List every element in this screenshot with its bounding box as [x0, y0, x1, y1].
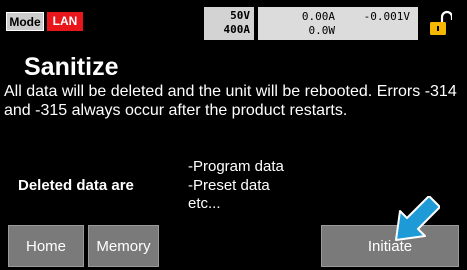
- mode-badge: Mode: [6, 12, 44, 31]
- lan-badge: LAN: [47, 12, 83, 31]
- padlock-unlocked-icon[interactable]: [428, 10, 452, 36]
- deleted-data-list: -Program data -Preset data etc...: [188, 158, 284, 214]
- description-text: All data will be deleted and the unit wi…: [4, 83, 457, 119]
- memory-button[interactable]: Memory: [88, 225, 159, 267]
- measured-voltage: -0.001V: [363, 10, 410, 23]
- page-title: Sanitize: [24, 53, 119, 81]
- deleted-data-label: Deleted data are: [18, 177, 134, 194]
- home-button[interactable]: Home: [8, 225, 84, 267]
- rating-current: 400A: [223, 23, 251, 36]
- list-item: -Preset data: [188, 176, 270, 194]
- list-item: etc...: [188, 195, 221, 212]
- rating-display: 50V 400A: [204, 7, 254, 40]
- meter-display: 0.00A -0.001V 0.0W: [258, 7, 418, 40]
- list-item: -Program data: [188, 158, 284, 175]
- measured-current: 0.00A: [301, 10, 335, 23]
- pointer-arrow-icon: [395, 196, 440, 241]
- rating-voltage: 50V: [230, 9, 250, 22]
- measured-power: 0.0W: [308, 24, 336, 37]
